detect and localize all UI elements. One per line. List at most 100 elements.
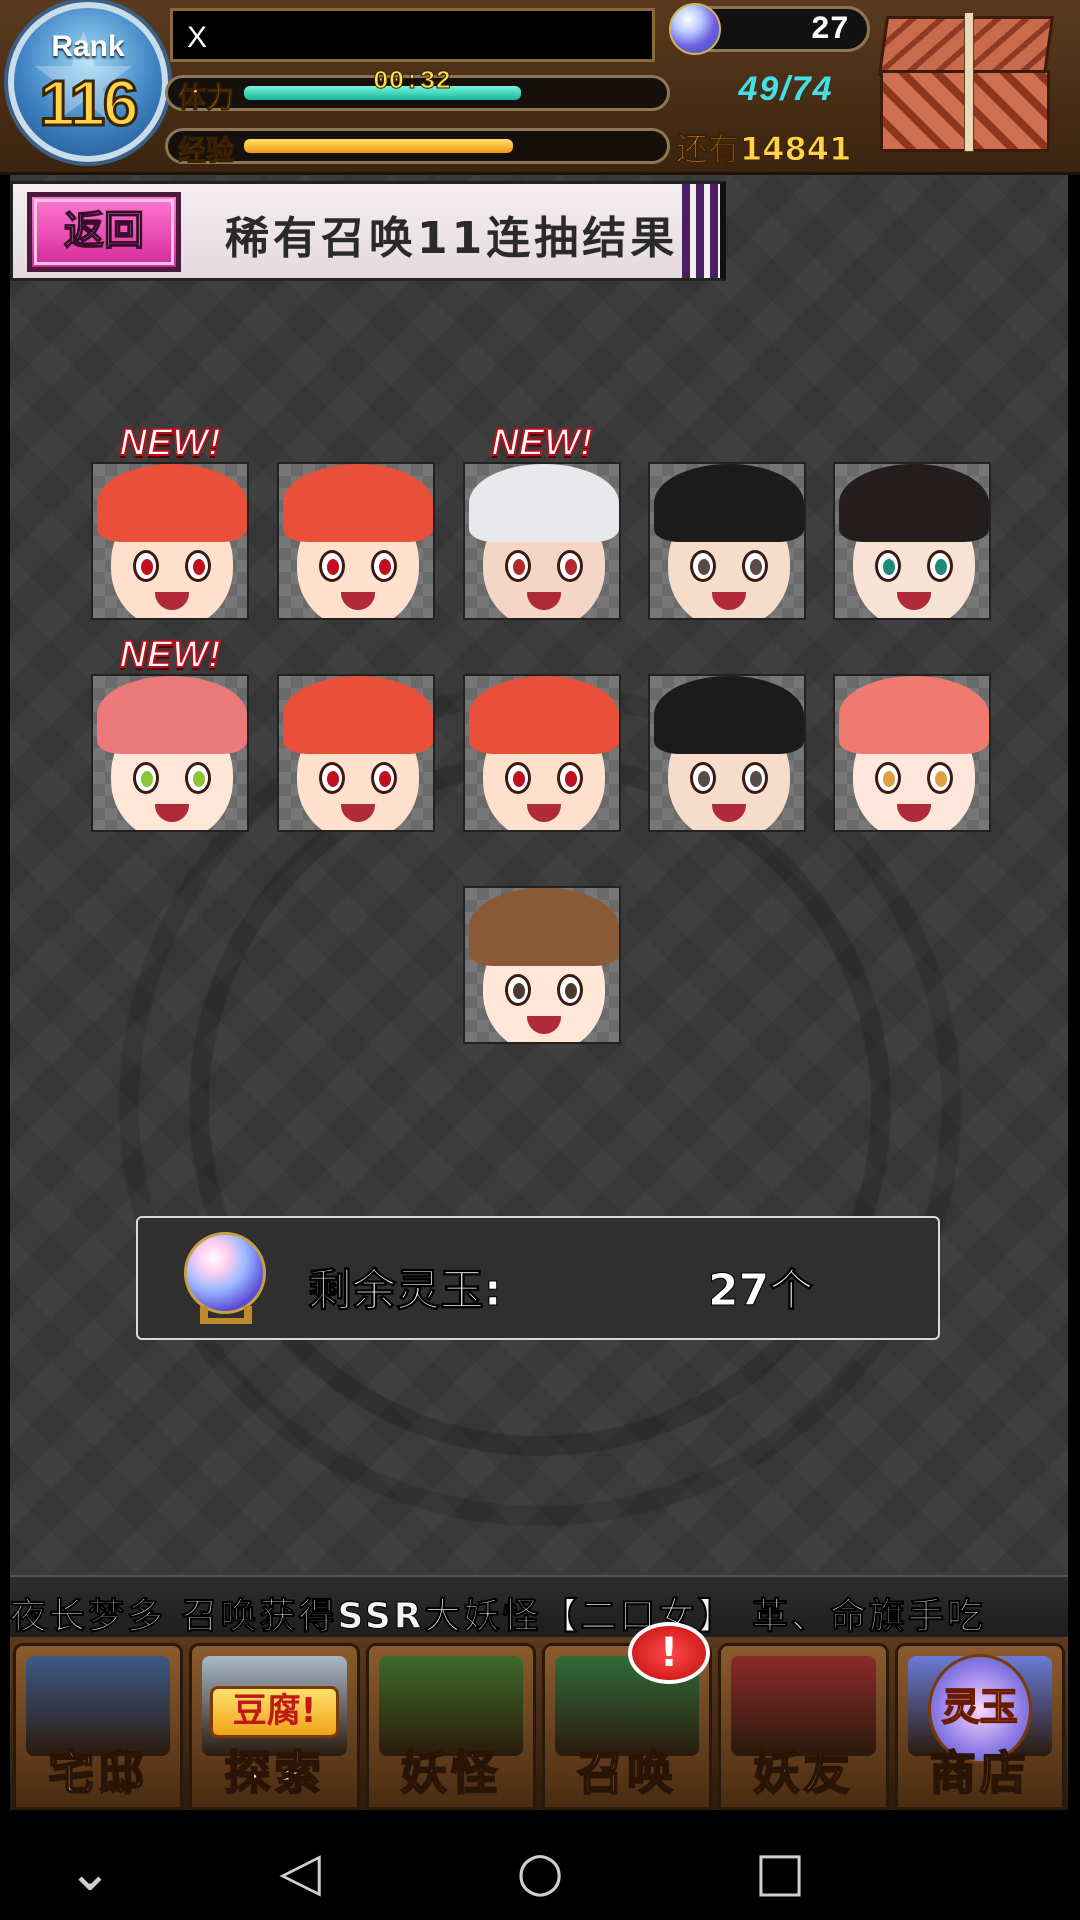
exp-bar-fill — [244, 139, 513, 153]
result-card[interactable] — [277, 674, 435, 832]
home-icon[interactable]: ○ — [508, 1840, 572, 1904]
results-grid: NEW! NEW! NEW! — [10, 175, 1068, 1075]
portrait-eye — [505, 550, 531, 582]
character-portrait — [650, 676, 804, 830]
portrait-hair — [97, 464, 247, 542]
result-card[interactable] — [648, 462, 806, 620]
remaining-orbs-value: 27个 — [707, 1265, 814, 1317]
portrait-eye — [742, 550, 768, 582]
orb-count: 27 — [810, 11, 849, 48]
portrait-eye — [875, 762, 901, 794]
portrait-eye — [133, 762, 159, 794]
portrait-hair — [654, 676, 804, 754]
portrait-eye — [875, 550, 901, 582]
stamina-value: 49/74 — [738, 70, 834, 108]
nav-label: 探索 — [223, 1745, 325, 1801]
result-card[interactable] — [463, 886, 621, 1044]
nav-item-explore[interactable]: 豆腐! 探索 — [189, 1643, 360, 1810]
nav-tag: 豆腐! — [210, 1686, 339, 1738]
portrait-eye — [557, 550, 583, 582]
spirit-orb-icon — [669, 3, 721, 55]
portrait-eye — [505, 762, 531, 794]
portrait-hair — [469, 464, 619, 542]
new-badge: NEW! — [490, 421, 593, 465]
exp-label: 经验 — [177, 134, 235, 168]
result-card[interactable] — [277, 462, 435, 620]
portrait-hair — [97, 676, 247, 754]
summon-results-panel: 返回 稀有召唤11连抽结果 NEW! NEW! NEW! 剩余灵玉: 27个 — [10, 175, 1068, 1575]
portrait-hair — [283, 676, 433, 754]
portrait-eye — [927, 762, 953, 794]
chest-band — [964, 12, 974, 152]
portrait-eye — [319, 762, 345, 794]
stamina-bar: 体力 00:32 — [165, 66, 670, 115]
spirit-orb-icon — [184, 1232, 266, 1314]
bottom-nav: 宅邸 豆腐! 探索 妖怪 召唤 妖友 灵玉 商店 — [10, 1637, 1068, 1810]
exp-remaining: 还有14841 — [676, 130, 852, 169]
character-portrait — [465, 888, 619, 1042]
recent-apps-icon[interactable]: □ — [748, 1840, 812, 1904]
result-card[interactable] — [648, 674, 806, 832]
rank-badge[interactable]: ★ Rank 116 — [8, 2, 168, 162]
result-card[interactable] — [463, 674, 621, 832]
nav-label: 召唤 — [576, 1745, 678, 1801]
nav-label: 商店 — [929, 1745, 1030, 1801]
player-name: X — [170, 8, 655, 62]
portrait-eye — [505, 974, 531, 1006]
character-portrait — [93, 464, 247, 618]
orb-stand-icon — [200, 1306, 252, 1324]
nav-item-scroll[interactable]: 妖怪 — [365, 1643, 536, 1810]
character-portrait — [93, 676, 247, 830]
rank-label: Rank — [51, 30, 125, 63]
character-portrait — [465, 464, 619, 618]
character-portrait — [279, 676, 433, 830]
result-card[interactable] — [833, 674, 991, 832]
nav-item-orb-shop[interactable]: 灵玉 商店 — [894, 1643, 1065, 1810]
character-portrait — [835, 464, 989, 618]
portrait-hair — [469, 676, 619, 754]
result-card[interactable] — [463, 462, 621, 620]
portrait-eye — [742, 762, 768, 794]
portrait-eye — [371, 550, 397, 582]
portrait-eye — [690, 762, 716, 794]
portrait-eye — [557, 974, 583, 1006]
result-card[interactable] — [91, 462, 249, 620]
portrait-eye — [927, 550, 953, 582]
remaining-orbs-label: 剩余灵玉: — [308, 1265, 503, 1317]
rank-value: 116 — [38, 66, 140, 141]
result-card[interactable] — [833, 462, 991, 620]
remaining-orbs-panel: 剩余灵玉: 27个 — [136, 1216, 940, 1340]
character-portrait — [835, 676, 989, 830]
portrait-eye — [690, 550, 716, 582]
stamina-label: 体力 — [177, 81, 235, 115]
portrait-hair — [839, 464, 989, 542]
result-card[interactable] — [91, 674, 249, 832]
portrait-eye — [185, 550, 211, 582]
portrait-hair — [654, 464, 804, 542]
portrait-hair — [839, 676, 989, 754]
system-nav-bar: ⌄ ◁ ○ □ — [0, 1810, 1080, 1920]
nav-label: 妖友 — [752, 1745, 854, 1801]
new-badge: NEW! — [118, 633, 221, 677]
nav-label: 妖怪 — [400, 1745, 501, 1801]
character-portrait — [279, 464, 433, 618]
orb-counter[interactable]: 27 — [669, 3, 870, 55]
news-ticker: 夜长梦多 召唤获得SSR大妖怪【二口女】 革、命旗手吃 — [10, 1575, 1068, 1637]
portrait-eye — [133, 550, 159, 582]
nav-label: 宅邸 — [47, 1745, 149, 1801]
stamina-timer: 00:32 — [372, 66, 452, 97]
portrait-eye — [371, 762, 397, 794]
collapse-icon[interactable]: ⌄ — [58, 1840, 122, 1904]
nav-item-friend[interactable]: 妖友 — [718, 1643, 889, 1810]
portrait-eye — [557, 762, 583, 794]
ticker-text: 夜长梦多 召唤获得SSR大妖怪【二口女】 革、命旗手吃 — [10, 1596, 987, 1638]
character-portrait — [650, 464, 804, 618]
exp-bar: 经验 — [165, 128, 670, 168]
treasure-chest-icon[interactable] — [872, 12, 1062, 160]
portrait-eye — [185, 762, 211, 794]
portrait-eye — [319, 550, 345, 582]
nav-item-mansion[interactable]: 宅邸 — [13, 1643, 184, 1810]
back-icon[interactable]: ◁ — [268, 1840, 332, 1904]
new-badge: NEW! — [118, 421, 221, 465]
character-portrait — [465, 676, 619, 830]
